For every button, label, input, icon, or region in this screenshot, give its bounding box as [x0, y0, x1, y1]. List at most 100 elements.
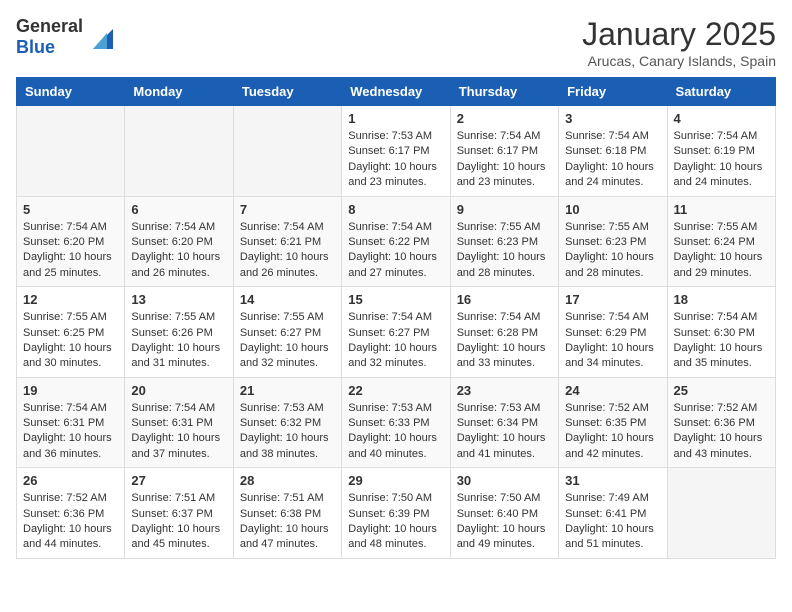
day-number: 28: [240, 473, 335, 488]
weekday-header: Tuesday: [233, 78, 341, 106]
day-number: 6: [131, 202, 226, 217]
calendar-cell: 27 Sunrise: 7:51 AM Sunset: 6:37 PM Dayli…: [125, 468, 233, 559]
calendar-cell: 23 Sunrise: 7:53 AM Sunset: 6:34 PM Dayli…: [450, 377, 558, 468]
day-number: 30: [457, 473, 552, 488]
calendar-cell: 15 Sunrise: 7:54 AM Sunset: 6:27 PM Dayli…: [342, 287, 450, 378]
day-number: 15: [348, 292, 443, 307]
calendar-week-row: 5 Sunrise: 7:54 AM Sunset: 6:20 PM Daylig…: [17, 196, 776, 287]
day-number: 25: [674, 383, 769, 398]
cell-content: Sunrise: 7:54 AM Sunset: 6:29 PM Dayligh…: [565, 310, 660, 372]
weekday-header: Wednesday: [342, 78, 450, 106]
calendar-cell: 13 Sunrise: 7:55 AM Sunset: 6:26 PM Dayli…: [125, 287, 233, 378]
cell-content: Sunrise: 7:55 AM Sunset: 6:23 PM Dayligh…: [457, 220, 552, 282]
cell-content: Sunrise: 7:55 AM Sunset: 6:23 PM Dayligh…: [565, 220, 660, 282]
logo-text: General Blue: [16, 16, 83, 58]
calendar-cell: 17 Sunrise: 7:54 AM Sunset: 6:29 PM Dayli…: [559, 287, 667, 378]
cell-content: Sunrise: 7:52 AM Sunset: 6:35 PM Dayligh…: [565, 401, 660, 463]
calendar-cell: 6 Sunrise: 7:54 AM Sunset: 6:20 PM Daylig…: [125, 196, 233, 287]
cell-content: Sunrise: 7:53 AM Sunset: 6:32 PM Dayligh…: [240, 401, 335, 463]
cell-content: Sunrise: 7:54 AM Sunset: 6:31 PM Dayligh…: [131, 401, 226, 463]
day-number: 29: [348, 473, 443, 488]
calendar-cell: 11Sunrise: 7:55 AM Sunset: 6:24 PM Dayli…: [667, 196, 775, 287]
calendar-cell: 7Sunrise: 7:54 AM Sunset: 6:21 PM Daylig…: [233, 196, 341, 287]
calendar-cell: 30Sunrise: 7:50 AM Sunset: 6:40 PM Dayli…: [450, 468, 558, 559]
cell-content: Sunrise: 7:54 AM Sunset: 6:17 PM Dayligh…: [457, 129, 552, 191]
calendar-cell: 2 Sunrise: 7:54 AM Sunset: 6:17 PM Daylig…: [450, 106, 558, 197]
cell-content: Sunrise: 7:51 AM Sunset: 6:37 PM Dayligh…: [131, 491, 226, 553]
day-number: 22: [348, 383, 443, 398]
cell-content: Sunrise: 7:54 AM Sunset: 6:20 PM Dayligh…: [23, 220, 118, 282]
day-number: 5: [23, 202, 118, 217]
calendar-cell: 19 Sunrise: 7:54 AM Sunset: 6:31 PM Dayli…: [17, 377, 125, 468]
cell-content: Sunrise: 7:54 AM Sunset: 6:28 PM Dayligh…: [457, 310, 552, 372]
calendar-cell: 8Sunrise: 7:54 AM Sunset: 6:22 PM Daylig…: [342, 196, 450, 287]
logo-blue: Blue: [16, 37, 55, 57]
day-number: 13: [131, 292, 226, 307]
cell-content: Sunrise: 7:54 AM Sunset: 6:31 PM Dayligh…: [23, 401, 118, 463]
calendar-week-row: 1 Sunrise: 7:53 AM Sunset: 6:17 PM Daylig…: [17, 106, 776, 197]
calendar-cell: 3 Sunrise: 7:54 AM Sunset: 6:18 PM Daylig…: [559, 106, 667, 197]
logo-icon: [85, 21, 117, 53]
calendar-cell: 12Sunrise: 7:55 AM Sunset: 6:25 PM Dayli…: [17, 287, 125, 378]
day-number: 26: [23, 473, 118, 488]
calendar-cell: 25 Sunrise: 7:52 AM Sunset: 6:36 PM Dayli…: [667, 377, 775, 468]
cell-content: Sunrise: 7:53 AM Sunset: 6:17 PM Dayligh…: [348, 129, 443, 191]
cell-content: Sunrise: 7:54 AM Sunset: 6:27 PM Dayligh…: [348, 310, 443, 372]
day-number: 7: [240, 202, 335, 217]
day-number: 19: [23, 383, 118, 398]
calendar-cell: 16Sunrise: 7:54 AM Sunset: 6:28 PM Dayli…: [450, 287, 558, 378]
day-number: 1: [348, 111, 443, 126]
cell-content: Sunrise: 7:54 AM Sunset: 6:19 PM Dayligh…: [674, 129, 769, 191]
calendar-cell: 9 Sunrise: 7:55 AM Sunset: 6:23 PM Daylig…: [450, 196, 558, 287]
cell-content: Sunrise: 7:50 AM Sunset: 6:39 PM Dayligh…: [348, 491, 443, 553]
day-number: 21: [240, 383, 335, 398]
calendar-cell: 24 Sunrise: 7:52 AM Sunset: 6:35 PM Dayli…: [559, 377, 667, 468]
day-number: 3: [565, 111, 660, 126]
calendar-cell: [17, 106, 125, 197]
day-number: 20: [131, 383, 226, 398]
cell-content: Sunrise: 7:55 AM Sunset: 6:24 PM Dayligh…: [674, 220, 769, 282]
cell-content: Sunrise: 7:51 AM Sunset: 6:38 PM Dayligh…: [240, 491, 335, 553]
calendar-cell: 28 Sunrise: 7:51 AM Sunset: 6:38 PM Dayli…: [233, 468, 341, 559]
cell-content: Sunrise: 7:54 AM Sunset: 6:22 PM Dayligh…: [348, 220, 443, 282]
cell-content: Sunrise: 7:54 AM Sunset: 6:20 PM Dayligh…: [131, 220, 226, 282]
day-number: 9: [457, 202, 552, 217]
day-number: 31: [565, 473, 660, 488]
weekday-header: Sunday: [17, 78, 125, 106]
day-number: 18: [674, 292, 769, 307]
calendar-cell: 10 Sunrise: 7:55 AM Sunset: 6:23 PM Dayli…: [559, 196, 667, 287]
day-number: 17: [565, 292, 660, 307]
day-number: 23: [457, 383, 552, 398]
cell-content: Sunrise: 7:55 AM Sunset: 6:26 PM Dayligh…: [131, 310, 226, 372]
cell-content: Sunrise: 7:53 AM Sunset: 6:34 PM Dayligh…: [457, 401, 552, 463]
logo: General Blue: [16, 16, 117, 58]
weekday-header-row: SundayMondayTuesdayWednesdayThursdayFrid…: [17, 78, 776, 106]
calendar-cell: 18 Sunrise: 7:54 AM Sunset: 6:30 PM Dayli…: [667, 287, 775, 378]
cell-content: Sunrise: 7:54 AM Sunset: 6:30 PM Dayligh…: [674, 310, 769, 372]
cell-content: Sunrise: 7:52 AM Sunset: 6:36 PM Dayligh…: [674, 401, 769, 463]
calendar-table: SundayMondayTuesdayWednesdayThursdayFrid…: [16, 77, 776, 559]
day-number: 2: [457, 111, 552, 126]
cell-content: Sunrise: 7:53 AM Sunset: 6:33 PM Dayligh…: [348, 401, 443, 463]
location: Arucas, Canary Islands, Spain: [582, 53, 776, 69]
calendar-cell: 4Sunrise: 7:54 AM Sunset: 6:19 PM Daylig…: [667, 106, 775, 197]
calendar-cell: 20 Sunrise: 7:54 AM Sunset: 6:31 PM Dayli…: [125, 377, 233, 468]
calendar-cell: 26 Sunrise: 7:52 AM Sunset: 6:36 PM Dayli…: [17, 468, 125, 559]
day-number: 10: [565, 202, 660, 217]
calendar-cell: 31Sunrise: 7:49 AM Sunset: 6:41 PM Dayli…: [559, 468, 667, 559]
weekday-header: Thursday: [450, 78, 558, 106]
logo-general: General: [16, 16, 83, 36]
cell-content: Sunrise: 7:55 AM Sunset: 6:25 PM Dayligh…: [23, 310, 118, 372]
weekday-header: Friday: [559, 78, 667, 106]
title-block: January 2025 Arucas, Canary Islands, Spa…: [582, 16, 776, 69]
calendar-cell: [125, 106, 233, 197]
calendar-cell: [667, 468, 775, 559]
calendar-cell: 1 Sunrise: 7:53 AM Sunset: 6:17 PM Daylig…: [342, 106, 450, 197]
day-number: 27: [131, 473, 226, 488]
calendar-week-row: 12Sunrise: 7:55 AM Sunset: 6:25 PM Dayli…: [17, 287, 776, 378]
cell-content: Sunrise: 7:54 AM Sunset: 6:18 PM Dayligh…: [565, 129, 660, 191]
calendar-cell: 5 Sunrise: 7:54 AM Sunset: 6:20 PM Daylig…: [17, 196, 125, 287]
day-number: 14: [240, 292, 335, 307]
day-number: 24: [565, 383, 660, 398]
cell-content: Sunrise: 7:52 AM Sunset: 6:36 PM Dayligh…: [23, 491, 118, 553]
